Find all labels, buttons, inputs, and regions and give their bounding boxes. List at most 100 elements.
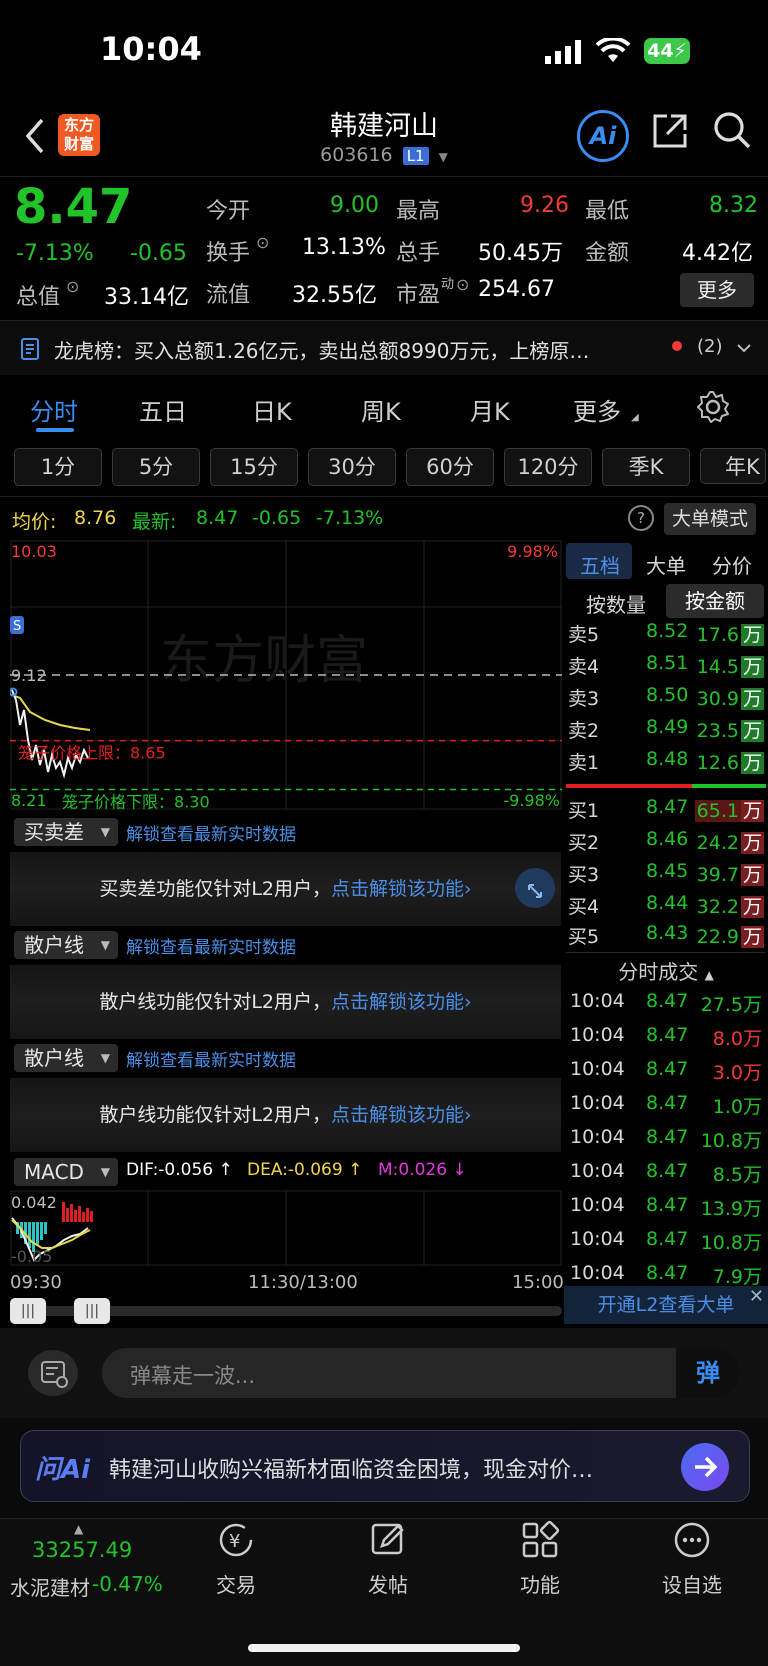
level-unit: 万	[740, 926, 764, 948]
level-unit: 万	[740, 896, 764, 918]
indicator-dropdown-3[interactable]: 散户线 ▼	[14, 1044, 118, 1072]
ktab-120m[interactable]: 120分	[504, 448, 592, 486]
period-tabs: 分时 五日 日K 周K 月K 更多 ◢	[0, 378, 768, 438]
unlock-link[interactable]: 解锁查看最新实时数据	[126, 1046, 296, 1071]
tab-more[interactable]: 更多	[573, 392, 621, 427]
tab-intraday[interactable]: 分时	[30, 392, 78, 427]
ktab-15m[interactable]: 15分	[210, 448, 298, 486]
level-label: 买3	[568, 864, 600, 886]
ob-tab-five-level[interactable]: 五档	[580, 550, 620, 579]
ob-tab-price-dist[interactable]: 分价	[712, 550, 752, 579]
buy-level-row[interactable]: 买2 8.46 24.2 万	[566, 828, 766, 858]
sell-level-row[interactable]: 卖3 8.50 30.9 万	[566, 684, 766, 714]
info-circle-icon[interactable]: ⊙	[256, 233, 269, 252]
trade-price: 8.47	[646, 1024, 689, 1046]
ai-go-button[interactable]	[681, 1443, 729, 1491]
ob-tab-big-order[interactable]: 大单	[646, 550, 686, 579]
dropdown-label: MACD	[24, 1160, 84, 1184]
buy-level-row[interactable]: 买3 8.45 39.7 万	[566, 860, 766, 890]
book-divider-bar	[566, 784, 766, 788]
ob-subtab-by-amount[interactable]: 按金额	[666, 584, 764, 618]
range-handle-right[interactable]: |||	[74, 1298, 110, 1324]
unlock-cta[interactable]: 点击解锁该功能	[331, 1104, 464, 1126]
ai-suggestion-card[interactable]: 问Ai 韩建河山收购兴福新材面临资金困境，现金对价…	[20, 1430, 750, 1502]
float-value: 32.55亿	[292, 283, 377, 308]
retail-line-row-2: 散户线 ▼ 解锁查看最新实时数据	[10, 1044, 561, 1072]
trade-time: 10:04	[570, 1194, 625, 1216]
latest-pct: -7.13%	[316, 507, 384, 529]
tab-monthly-k[interactable]: 月K	[470, 392, 510, 427]
danmu-send-button[interactable]: 弹	[676, 1348, 740, 1398]
level-badge: L1	[402, 147, 429, 165]
buy-level-row[interactable]: 买4 8.44 32.2 万	[566, 892, 766, 922]
buy-level-row[interactable]: 买1 8.47 65.1 万	[566, 796, 766, 826]
danmu-input[interactable]: 弹幕走一波... 弹	[102, 1348, 740, 1398]
level-amount-wrap: 14.5 万	[695, 652, 764, 679]
big-order-mode-button[interactable]: 大单模式	[664, 503, 756, 535]
level-unit: 万	[740, 624, 764, 646]
tab-weekly-k[interactable]: 周K	[361, 392, 401, 427]
unlock-link[interactable]: 解锁查看最新实时数据	[126, 820, 296, 845]
open-l2-banner[interactable]: 开通L2查看大单 ✕	[564, 1286, 768, 1324]
macd-chart[interactable]: 0.042 -0.05	[10, 1190, 562, 1266]
ktab-60m[interactable]: 60分	[406, 448, 494, 486]
tab-daily-k[interactable]: 日K	[252, 392, 292, 427]
indicator-dropdown-1[interactable]: 买卖差 ▼	[14, 818, 118, 846]
level-label: 卖5	[568, 624, 600, 646]
ktab-year[interactable]: 年K	[700, 448, 766, 484]
dropdown-label: 买卖差	[24, 820, 84, 844]
sell-level-row[interactable]: 卖2 8.49 23.5 万	[566, 716, 766, 746]
help-icon[interactable]: ?	[628, 505, 654, 531]
nav-add-watchlist[interactable]: 设自选	[622, 1520, 762, 1598]
news-bar[interactable]: 龙虎榜：买入总额1.26亿元，卖出总额8990万元，上榜原… (2)	[0, 321, 768, 375]
macd-dropdown[interactable]: MACD ▼	[14, 1158, 118, 1186]
locked-msg: 散户线功能仅针对L2用户，	[99, 991, 332, 1013]
sell-level-row[interactable]: 卖5 8.52 17.6 万	[566, 620, 766, 650]
locked-msg: 散户线功能仅针对L2用户，	[99, 1104, 332, 1126]
info-circle-icon[interactable]: ⊙	[456, 275, 469, 294]
level-amount: 65.1	[694, 800, 741, 822]
nav-trade[interactable]: ¥ 交易	[166, 1520, 306, 1598]
level-price: 8.50	[646, 684, 689, 706]
danmu-settings-icon[interactable]	[28, 1350, 78, 1396]
sell-level-row[interactable]: 卖1 8.48 12.6 万	[566, 748, 766, 778]
gear-icon[interactable]	[696, 390, 730, 424]
level-label: 买5	[568, 926, 600, 948]
buy-level-row[interactable]: 买5 8.43 22.9 万	[566, 922, 766, 952]
nav-add-watchlist-label: 设自选	[662, 1573, 722, 1597]
search-icon[interactable]	[712, 110, 752, 150]
tab-five-day[interactable]: 五日	[139, 392, 187, 427]
level-amount: 23.5	[696, 720, 739, 742]
unlock-cta[interactable]: 点击解锁该功能	[331, 878, 464, 900]
close-icon[interactable]: ✕	[749, 1278, 764, 1316]
ob-subtab-by-qty[interactable]: 按数量	[586, 589, 646, 618]
trade-row: 10:04 8.47 1.0万	[566, 1092, 766, 1122]
sell-level-row[interactable]: 卖4 8.51 14.5 万	[566, 652, 766, 682]
range-handle-left[interactable]: |||	[10, 1298, 46, 1324]
ktab-quarter[interactable]: 季K	[602, 448, 690, 486]
amount-label: 金额	[585, 241, 630, 266]
ktab-30m[interactable]: 30分	[308, 448, 396, 486]
trades-title[interactable]: 分时成交 ▲	[566, 956, 766, 985]
trade-row: 10:04 8.47 8.5万	[566, 1160, 766, 1190]
share-icon[interactable]	[651, 112, 689, 150]
intraday-chart[interactable]: 东方财富 S 10.03 9.98% 9.12 笼子价格上限：8.65 笼子价格…	[10, 540, 562, 810]
ktab-5m[interactable]: 5分	[112, 448, 200, 486]
expand-icon[interactable]	[515, 868, 555, 908]
caret-up-icon: ▲	[704, 968, 714, 982]
indicator-dropdown-2[interactable]: 散户线 ▼	[14, 931, 118, 959]
info-circle-icon[interactable]: ⊙	[66, 277, 79, 296]
volume-value: 50.45万	[478, 241, 563, 266]
ai-icon[interactable]: Ai	[577, 110, 629, 162]
nav-functions[interactable]: 功能	[470, 1520, 610, 1598]
lower-limit-label: 笼子价格下限：8.30	[62, 792, 210, 810]
nav-post[interactable]: 发帖	[318, 1520, 458, 1598]
sector-index-value[interactable]: 33257.49	[32, 1538, 132, 1562]
ktab-1m[interactable]: 1分	[14, 448, 102, 486]
more-button[interactable]: 更多	[680, 273, 754, 307]
level-label: 买1	[568, 800, 600, 822]
trade-volume: 3.0万	[712, 1062, 762, 1084]
unlock-cta[interactable]: 点击解锁该功能	[331, 991, 464, 1013]
unlock-link[interactable]: 解锁查看最新实时数据	[126, 933, 296, 958]
macd-dif: DIF:-0.056 ↑	[126, 1160, 233, 1180]
